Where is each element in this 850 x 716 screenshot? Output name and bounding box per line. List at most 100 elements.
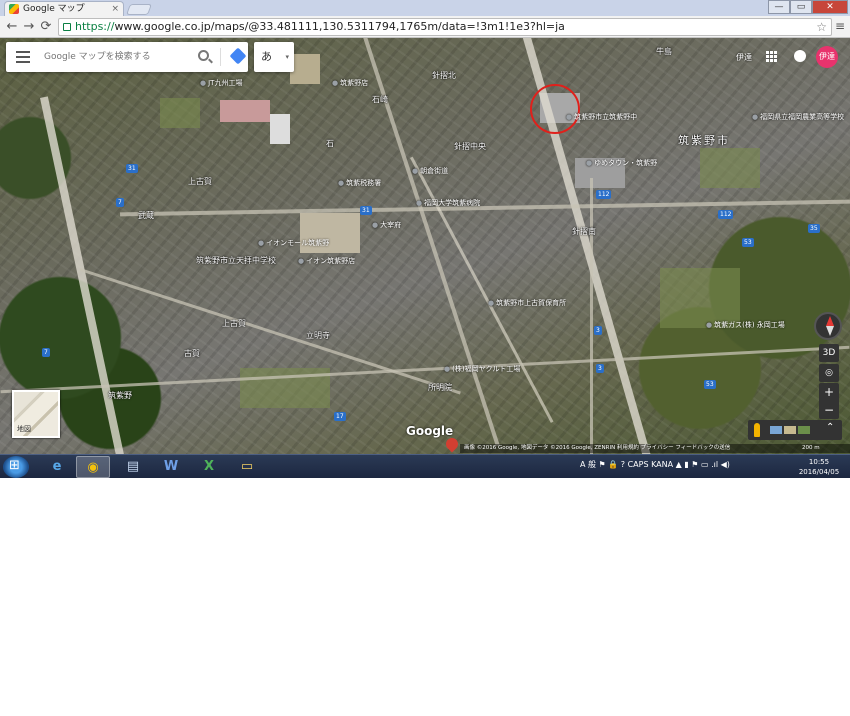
map-label: 武蔵 (138, 211, 154, 220)
ime-mode-button[interactable]: あ ▾ (254, 42, 294, 72)
avatar[interactable]: 伊達 (816, 46, 838, 68)
route-shield: 112 (596, 190, 612, 199)
route-shield: 3 (596, 364, 604, 373)
map-label: 上古賀 (222, 319, 246, 328)
map-poi[interactable]: 福岡大学筑紫病院 (416, 198, 480, 208)
map-label: 立明寺 (306, 331, 330, 340)
start-button[interactable] (3, 456, 29, 478)
address-bar[interactable]: https://www.google.co.jp/maps/@33.481111… (58, 18, 832, 36)
map-poi[interactable]: 大宰府 (372, 220, 401, 230)
map-poi[interactable]: イオン筑紫野店 (298, 256, 355, 266)
map-label: 筑紫野市立天拝中学校 (196, 256, 276, 265)
title-bar: Google マップ × — ▭ ✕ (0, 0, 850, 16)
route-shield: 112 (718, 210, 734, 219)
route-shield: 31 (126, 164, 138, 173)
taskbar-excel-icon[interactable]: X (192, 456, 226, 478)
forward-button[interactable]: → (21, 19, 37, 35)
my-location-button[interactable]: ◎ (819, 364, 839, 382)
imagery-thumbnails[interactable] (770, 426, 810, 434)
map-poi[interactable]: ゆめタウン・筑紫野 (586, 158, 657, 168)
clock-date: 2016/04/05 (798, 468, 840, 476)
map-label: 古賀 (184, 349, 200, 358)
browser-toolbar: ← → ⟳ https://www.google.co.jp/maps/@33.… (0, 16, 850, 38)
route-shield: 31 (360, 206, 372, 215)
taskbar-chrome-icon[interactable]: ◉ (76, 456, 110, 478)
route-shield: 17 (334, 412, 346, 421)
map-poi[interactable]: 福岡県立福岡農業高等学校 (752, 112, 844, 122)
route-shield: 3 (594, 326, 602, 335)
search-icon[interactable] (198, 50, 209, 61)
ime-label: あ (261, 50, 272, 63)
user-name-label: 伊達 (736, 53, 752, 62)
route-shield: 35 (808, 224, 820, 233)
taskbar-word-icon[interactable]: W (154, 456, 188, 478)
taskbar-explorer-icon[interactable]: ▤ (116, 456, 150, 478)
new-tab-button[interactable] (125, 4, 153, 15)
taskbar-folder-icon[interactable]: ▭ (230, 456, 264, 478)
zoom-controls: + − (819, 383, 839, 419)
map-poi[interactable]: 筑紫税務署 (338, 178, 381, 188)
map-poi[interactable]: (株)福岡ヤクルト工場 (444, 364, 520, 374)
map-label: 上古賀 (188, 177, 212, 186)
tab-close-icon[interactable]: × (111, 2, 119, 16)
zoom-in-button[interactable]: + (819, 383, 839, 401)
route-shield: 7 (116, 198, 124, 207)
url-text: www.google.co.jp/maps/@33.481111,130.531… (114, 20, 565, 33)
map-label: 筑紫野 (108, 391, 132, 400)
map-label: 針摺南 (572, 227, 596, 236)
hamburger-menu-icon[interactable] (16, 51, 30, 63)
map-poi[interactable]: イオンモール筑紫野 (258, 238, 329, 248)
scale-bar[interactable]: 200 m (800, 444, 850, 453)
close-window-button[interactable]: ✕ (812, 0, 848, 14)
map-label: 針摺北 (432, 71, 456, 80)
apps-grid-icon[interactable] (766, 51, 777, 62)
3d-toggle-button[interactable]: 3D (819, 344, 839, 362)
map-poi[interactable]: 筑紫野市立筑紫野中 (566, 112, 637, 122)
minimize-button[interactable]: — (768, 0, 790, 14)
route-shield: 53 (704, 380, 716, 389)
map-label-city: 筑紫野市 (678, 134, 730, 147)
map-label: 所明院 (428, 383, 452, 392)
annotation-red-circle (530, 84, 580, 134)
system-tray[interactable]: A 般 ⚑ 🔒 ? CAPS KANA ▲ ▮ ⚑ ▭ .ıl ◀) (580, 459, 730, 470)
tab-google-maps[interactable]: Google マップ × (4, 1, 124, 16)
search-input[interactable] (44, 48, 184, 66)
map-label: 石 (326, 139, 334, 148)
chrome-menu-icon[interactable]: ≡ (835, 19, 845, 33)
imagery-layers-bar: ⌃ (748, 420, 842, 440)
zoom-out-button[interactable]: − (819, 401, 839, 419)
map-poi[interactable]: 筑紫野市上古賀保育所 (488, 298, 566, 308)
expand-icon[interactable]: ⌃ (826, 422, 834, 433)
lock-icon (63, 23, 71, 31)
divider (220, 48, 221, 66)
bookmark-star-icon[interactable]: ☆ (816, 19, 827, 35)
google-maps-favicon-icon (9, 4, 19, 14)
map-search-box (6, 42, 248, 72)
tab-title: Google マップ (23, 4, 85, 14)
route-shield: 7 (42, 348, 50, 357)
back-button[interactable]: ← (4, 19, 20, 35)
reload-button[interactable]: ⟳ (38, 19, 54, 35)
browser-window: Google マップ × — ▭ ✕ ← → ⟳ https://www.goo… (0, 0, 850, 478)
map-label: 石崎 (372, 95, 388, 104)
url-scheme: https:// (75, 20, 115, 33)
route-shield: 53 (742, 238, 754, 247)
map-type-toggle[interactable]: 地図 (12, 390, 60, 438)
map-poi[interactable]: 筑紫ガス(株) 永岡工場 (706, 320, 785, 330)
clock[interactable]: 10:55 2016/04/05 (794, 457, 844, 477)
map-poi[interactable]: JT九州工場 (200, 78, 242, 88)
google-logo: Google (406, 424, 454, 438)
minimap-label: 地図 (17, 425, 31, 433)
pegman-icon[interactable] (754, 423, 760, 437)
notifications-icon[interactable] (794, 50, 806, 62)
map-poi[interactable]: 朝倉街道 (412, 166, 448, 176)
directions-icon[interactable] (229, 47, 247, 65)
satellite-map[interactable]: 牛島 針摺北 石崎 石 筑紫野市 針摺中央 上古賀 武蔵 筑紫野市立天拝中学校 … (0, 38, 850, 454)
map-label: 針摺中央 (454, 142, 486, 151)
maximize-button[interactable]: ▭ (790, 0, 812, 14)
taskbar-ie-icon[interactable]: e (40, 456, 74, 478)
windows-taskbar: e ◉ ▤ W X ▭ A 般 ⚑ 🔒 ? CAPS KANA ▲ ▮ ⚑ ▭ … (0, 454, 850, 478)
clock-time: 10:55 (808, 458, 830, 466)
map-poi[interactable]: 筑紫野店 (332, 78, 368, 88)
compass-icon[interactable] (814, 312, 842, 340)
